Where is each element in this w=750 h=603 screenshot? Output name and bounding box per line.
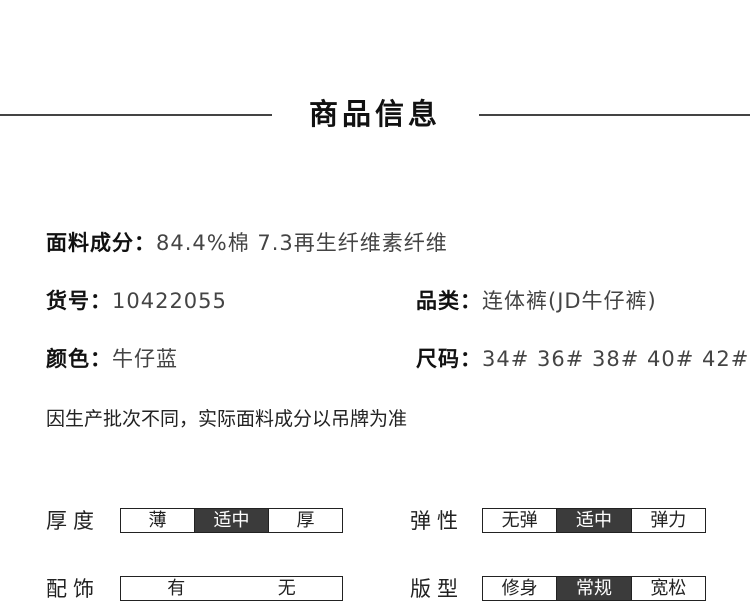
composition-note: 因生产批次不同，实际面料成分以吊牌为准 xyxy=(46,408,408,430)
elasticity-label: 弹性 xyxy=(410,509,464,533)
accessory-option: 有 xyxy=(167,577,186,599)
thickness-scale: 薄 适中 厚 xyxy=(120,508,343,533)
material-key: 面料成分： xyxy=(46,231,156,255)
accessory-option: 无 xyxy=(277,577,296,599)
fit-option: 常规 xyxy=(557,577,632,600)
category-row: 品类：连体裤(JD牛仔裤) xyxy=(416,286,657,316)
color-row: 颜色：牛仔蓝 xyxy=(46,344,178,374)
elasticity-scale: 无弹 适中 弹力 xyxy=(482,508,706,533)
thickness-option: 厚 xyxy=(296,509,315,531)
color-value: 牛仔蓝 xyxy=(112,347,178,371)
accessory-scale: 有 无 xyxy=(120,576,343,601)
elasticity-option: 适中 xyxy=(557,509,632,532)
fit-scale: 修身 常规 宽松 xyxy=(482,576,706,601)
size-key: 尺码： xyxy=(416,347,482,371)
fit-label: 版型 xyxy=(410,577,464,601)
category-value: 连体裤(JD牛仔裤) xyxy=(482,289,657,313)
category-key: 品类： xyxy=(416,289,482,313)
sku-value: 10422055 xyxy=(112,289,227,313)
color-key: 颜色： xyxy=(46,347,112,371)
thickness-option: 适中 xyxy=(195,509,269,532)
sku-key: 货号： xyxy=(46,289,112,313)
section-title: 商品信息 xyxy=(308,97,441,131)
size-row: 尺码：34# 36# 38# 40# 42# xyxy=(416,344,749,374)
divider-right xyxy=(479,114,750,116)
sku-row: 货号：10422055 xyxy=(46,286,227,316)
elasticity-option: 无弹 xyxy=(483,509,558,532)
thickness-option: 薄 xyxy=(121,509,195,532)
thickness-label: 厚度 xyxy=(46,509,100,533)
fit-option: 修身 xyxy=(483,577,558,600)
fit-option: 宽松 xyxy=(650,577,687,599)
material-value: 84.4%棉 7.3再生纤维素纤维 xyxy=(156,231,448,255)
accessory-label: 配饰 xyxy=(46,577,100,601)
material-row: 面料成分：84.4%棉 7.3再生纤维素纤维 xyxy=(46,228,448,258)
divider-left xyxy=(0,114,272,116)
size-value: 34# 36# 38# 40# 42# xyxy=(482,347,750,371)
elasticity-option: 弹力 xyxy=(650,509,687,531)
